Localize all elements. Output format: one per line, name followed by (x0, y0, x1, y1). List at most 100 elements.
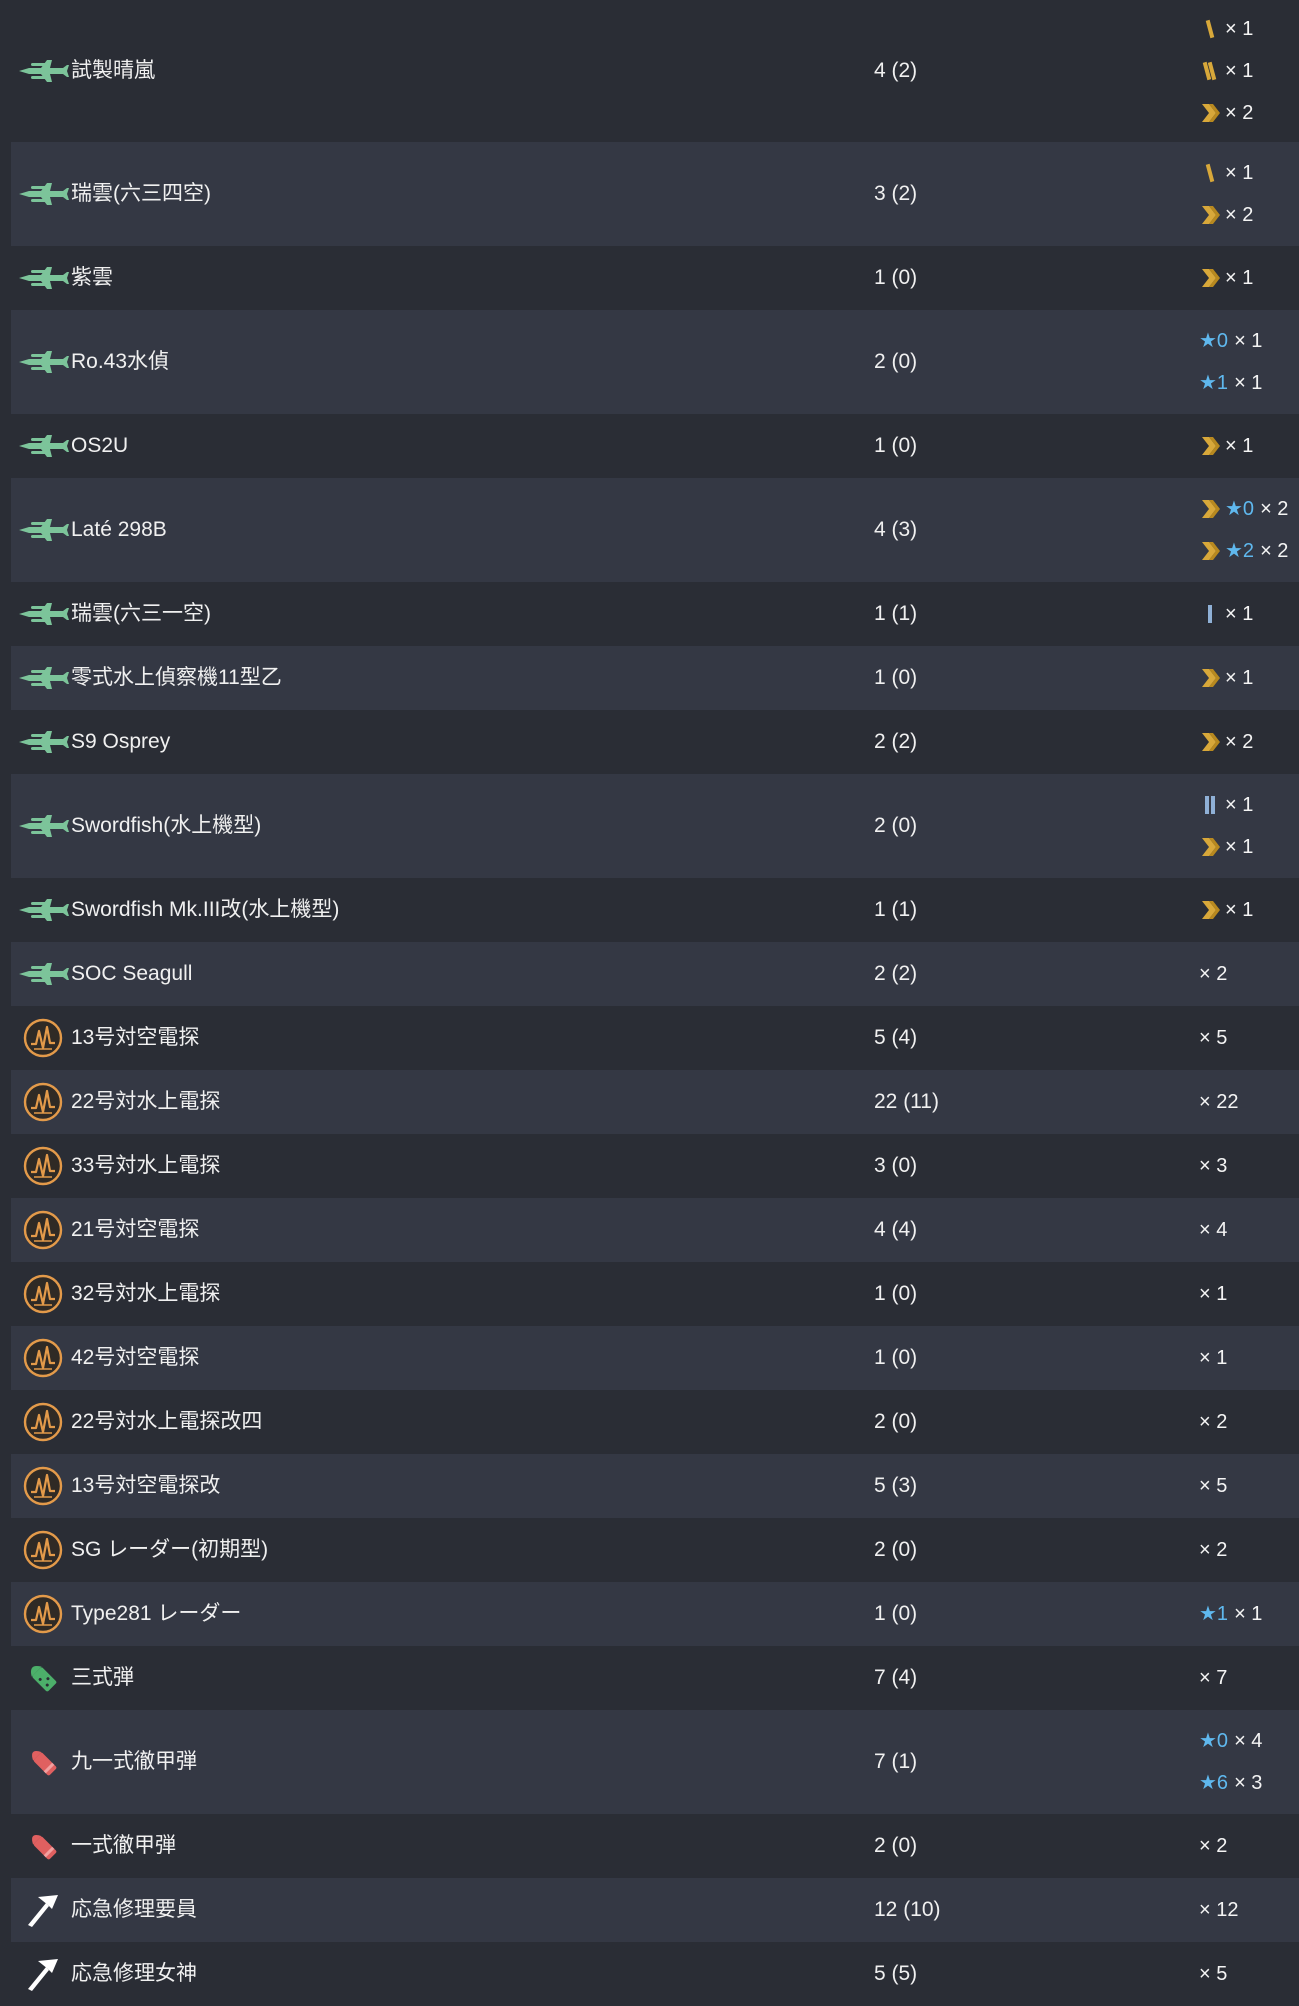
multiplier: × 1 (1234, 372, 1263, 394)
equipment-name: Ro.43水偵 (71, 350, 170, 373)
equipment-row[interactable]: Laté 298B 4 (3) ★0 × 2 ★2 × 2 (11, 478, 1299, 582)
proficiency-icon (1199, 58, 1221, 84)
equipment-row[interactable]: 42号対空電探 1 (0) × 1 (11, 1326, 1299, 1390)
equipment-count: 7 (1) (874, 1750, 918, 1773)
breakdown-line: × 2 (1199, 1832, 1227, 1860)
improvement-level: ★0 (1225, 498, 1255, 520)
repair-icon (17, 1889, 69, 1931)
breakdown-line: × 2 (1199, 99, 1253, 127)
radar-icon (17, 1465, 69, 1507)
equipment-row[interactable]: 瑞雲(六三四空) 3 (2) × 1 × 2 (11, 142, 1299, 246)
radar-icon (17, 1593, 69, 1635)
equipment-row[interactable]: Ro.43水偵 2 (0) ★0 × 1 ★1 × 1 (11, 310, 1299, 414)
multiplier: × 1 (1225, 899, 1254, 921)
equipment-row[interactable]: S9 Osprey 2 (2) × 2 (11, 710, 1299, 774)
breakdown-line: × 1 (1199, 159, 1253, 187)
breakdown-line: × 1 (1199, 57, 1253, 85)
multiplier: × 2 (1199, 1835, 1228, 1857)
equipment-name: 42号対空電探 (71, 1346, 200, 1369)
breakdown-line: ★2 × 2 (1199, 537, 1288, 565)
equipment-name: 13号対空電探改 (71, 1474, 221, 1497)
proficiency-icon (1199, 601, 1221, 627)
radar-icon (17, 1209, 69, 1251)
multiplier: × 2 (1225, 204, 1254, 226)
equipment-row[interactable]: 試製晴嵐 4 (2) × 1 × 1 × 2 (0, 0, 1299, 142)
proficiency-icon (1199, 100, 1221, 126)
equipment-row[interactable]: 33号対水上電探 3 (0) × 3 (11, 1134, 1299, 1198)
equipment-name: Swordfish Mk.III改(水上機型) (71, 898, 340, 921)
equipment-row[interactable]: 九一式徹甲弾 7 (1) ★0 × 4 ★6 × 3 (11, 1710, 1299, 1814)
breakdown-line: × 2 (1199, 201, 1253, 229)
equipment-row[interactable]: Swordfish Mk.III改(水上機型) 1 (1) × 1 (11, 878, 1299, 942)
breakdown-line: × 1 (1199, 264, 1253, 292)
breakdown-line: × 1 (1199, 1280, 1227, 1308)
equipment-row[interactable]: 応急修理要員 12 (10) × 12 (11, 1878, 1299, 1942)
seaplane-icon (17, 509, 69, 551)
improvement-level: ★1 (1199, 372, 1229, 394)
equipment-row[interactable]: Swordfish(水上機型) 2 (0) × 1 × 1 (11, 774, 1299, 878)
seaplane-icon (17, 889, 69, 931)
equipment-row[interactable]: 13号対空電探改 5 (3) × 5 (11, 1454, 1299, 1518)
proficiency-icon (1199, 729, 1221, 755)
proficiency-icon (1199, 665, 1221, 691)
breakdown-line: × 1 (1199, 896, 1253, 924)
equipment-row[interactable]: 22号対水上電探改四 2 (0) × 2 (11, 1390, 1299, 1454)
multiplier: × 2 (1199, 1539, 1228, 1561)
equipment-name: 零式水上偵察機11型乙 (71, 666, 282, 689)
equipment-row[interactable]: SOC Seagull 2 (2) × 2 (11, 942, 1299, 1006)
multiplier: × 12 (1199, 1899, 1239, 1921)
proficiency-icon (1199, 160, 1221, 186)
improvement-level: ★2 (1225, 540, 1255, 562)
equipment-count: 1 (0) (874, 434, 918, 457)
equipment-name: 21号対空電探 (71, 1218, 200, 1241)
multiplier: × 1 (1225, 18, 1254, 40)
equipment-row[interactable]: 21号対空電探 4 (4) × 4 (11, 1198, 1299, 1262)
seaplane-icon (17, 805, 69, 847)
breakdown-line: × 5 (1199, 1960, 1227, 1988)
equipment-name: Laté 298B (71, 518, 167, 541)
breakdown-line: × 12 (1199, 1896, 1238, 1924)
equipment-row[interactable]: 一式徹甲弾 2 (0) × 2 (11, 1814, 1299, 1878)
breakdown-line: × 1 (1199, 833, 1253, 861)
multiplier: × 1 (1225, 435, 1254, 457)
equipment-count: 2 (2) (874, 962, 918, 985)
breakdown-line: ★6 × 3 (1199, 1769, 1262, 1797)
multiplier: × 5 (1199, 1963, 1228, 1985)
multiplier: × 4 (1234, 1730, 1263, 1752)
multiplier: × 2 (1225, 102, 1254, 124)
proficiency-icon (1199, 16, 1221, 42)
equipment-row[interactable]: 零式水上偵察機11型乙 1 (0) × 1 (11, 646, 1299, 710)
equipment-row[interactable]: SG レーダー(初期型) 2 (0) × 2 (11, 1518, 1299, 1582)
multiplier: × 1 (1225, 794, 1254, 816)
equipment-row[interactable]: 22号対水上電探 22 (11) × 22 (11, 1070, 1299, 1134)
breakdown-line: × 1 (1199, 791, 1253, 819)
breakdown-line: × 2 (1199, 1408, 1227, 1436)
multiplier: × 7 (1199, 1667, 1228, 1689)
equipment-count: 1 (1) (874, 898, 918, 921)
equipment-name: 試製晴嵐 (71, 59, 155, 82)
equipment-count: 1 (0) (874, 1346, 918, 1369)
equipment-row[interactable]: 紫雲 1 (0) × 1 (11, 246, 1299, 310)
equipment-count: 3 (0) (874, 1154, 918, 1177)
improvement-level: ★0 (1199, 1730, 1229, 1752)
breakdown-line: × 1 (1199, 15, 1253, 43)
equipment-row[interactable]: Type281 レーダー 1 (0) ★1 × 1 (11, 1582, 1299, 1646)
multiplier: × 22 (1199, 1091, 1239, 1113)
improvement-level: ★6 (1199, 1772, 1229, 1794)
equipment-row[interactable]: 32号対水上電探 1 (0) × 1 (11, 1262, 1299, 1326)
equipment-row[interactable]: 瑞雲(六三一空) 1 (1) × 1 (11, 582, 1299, 646)
multiplier: × 1 (1225, 667, 1254, 689)
equipment-name: 22号対水上電探 (71, 1090, 221, 1113)
breakdown-line: × 2 (1199, 960, 1227, 988)
equipment-row[interactable]: OS2U 1 (0) × 1 (11, 414, 1299, 478)
equipment-count: 12 (10) (874, 1898, 941, 1921)
equipment-row[interactable]: 応急修理女神 5 (5) × 5 (11, 1942, 1299, 2006)
equipment-count: 5 (3) (874, 1474, 918, 1497)
equipment-row[interactable]: 三式弾 7 (4) × 7 (11, 1646, 1299, 1710)
equipment-row[interactable]: 13号対空電探 5 (4) × 5 (11, 1006, 1299, 1070)
proficiency-icon (1199, 538, 1221, 564)
breakdown-line: × 1 (1199, 664, 1253, 692)
ap-shell-icon (17, 1741, 69, 1783)
multiplier: × 1 (1199, 1283, 1228, 1305)
equipment-name: 瑞雲(六三四空) (71, 182, 211, 205)
